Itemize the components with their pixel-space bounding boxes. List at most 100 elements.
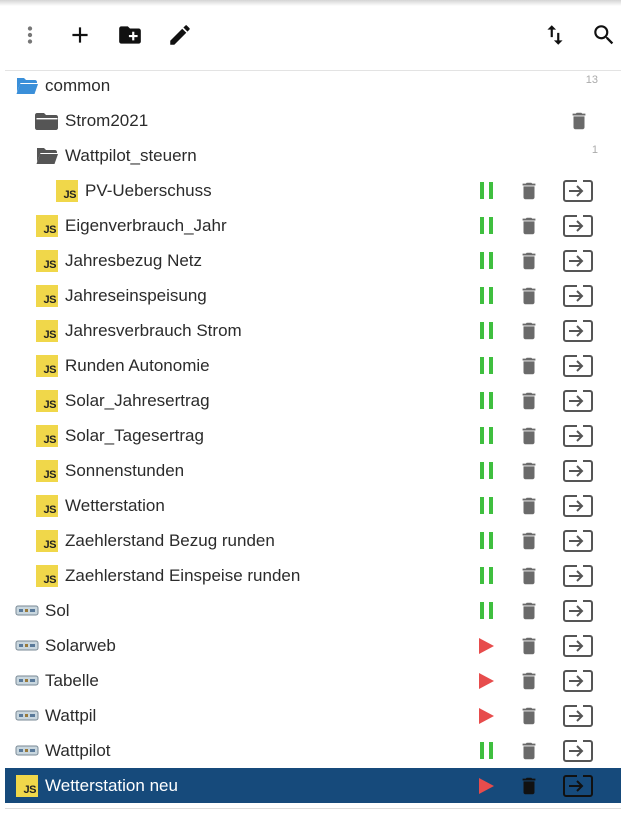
tree-item-label: Sol bbox=[45, 601, 70, 620]
delete-script-button[interactable] bbox=[514, 698, 544, 733]
export-script-button[interactable] bbox=[561, 453, 595, 488]
tree-script-row[interactable]: JS Jahreseinspeisung bbox=[5, 278, 621, 313]
export-script-button[interactable] bbox=[561, 663, 595, 698]
export-icon bbox=[563, 354, 593, 377]
play-icon bbox=[478, 637, 494, 654]
trash-icon bbox=[522, 252, 536, 269]
run-script-button[interactable] bbox=[471, 663, 501, 698]
export-script-button[interactable] bbox=[561, 173, 595, 208]
delete-script-button[interactable] bbox=[514, 663, 544, 698]
export-script-button[interactable] bbox=[561, 558, 595, 593]
tree-script-row[interactable]: Wattpil bbox=[5, 698, 621, 733]
tree-item-label: common bbox=[45, 76, 111, 95]
delete-script-button[interactable] bbox=[514, 733, 544, 768]
pause-script-button[interactable] bbox=[471, 558, 501, 593]
tree-folder-row[interactable]: common 13 bbox=[5, 68, 621, 103]
export-script-button[interactable] bbox=[561, 418, 595, 453]
tree-script-row[interactable]: JS Solar_Tagesertrag bbox=[5, 418, 621, 453]
run-script-button[interactable] bbox=[471, 768, 501, 803]
export-script-button[interactable] bbox=[561, 698, 595, 733]
trash-icon bbox=[522, 357, 536, 374]
tree-folder-row[interactable]: Wattpilot_steuern 1 bbox=[5, 138, 621, 173]
export-script-button[interactable] bbox=[561, 383, 595, 418]
pause-script-button[interactable] bbox=[471, 733, 501, 768]
delete-script-button[interactable] bbox=[514, 628, 544, 663]
more-menu-button[interactable] bbox=[15, 20, 45, 50]
tree-script-row[interactable]: JS Sonnenstunden bbox=[5, 453, 621, 488]
toolbar bbox=[0, 6, 621, 70]
export-script-button[interactable] bbox=[561, 348, 595, 383]
delete-script-button[interactable] bbox=[514, 348, 544, 383]
delete-script-button[interactable] bbox=[514, 558, 544, 593]
export-script-button[interactable] bbox=[561, 628, 595, 663]
tree-script-row[interactable]: JS Wetterstation bbox=[5, 488, 621, 523]
pause-script-button[interactable] bbox=[471, 278, 501, 313]
pause-script-button[interactable] bbox=[471, 453, 501, 488]
add-script-button[interactable] bbox=[65, 20, 95, 50]
tree-script-row[interactable]: Wattpilot bbox=[5, 733, 621, 768]
pause-script-button[interactable] bbox=[471, 418, 501, 453]
export-script-button[interactable] bbox=[561, 278, 595, 313]
delete-script-button[interactable] bbox=[514, 383, 544, 418]
folder-item-count: 13 bbox=[585, 74, 598, 86]
delete-script-button[interactable] bbox=[514, 418, 544, 453]
javascript-icon: JS bbox=[35, 530, 59, 552]
javascript-icon: JS bbox=[35, 250, 59, 272]
pause-script-button[interactable] bbox=[471, 208, 501, 243]
pause-script-button[interactable] bbox=[471, 383, 501, 418]
delete-script-button[interactable] bbox=[514, 523, 544, 558]
tree-script-row[interactable]: JS Zaehlerstand Einspeise runden bbox=[5, 558, 621, 593]
pause-script-button[interactable] bbox=[471, 523, 501, 558]
export-script-button[interactable] bbox=[561, 768, 595, 803]
export-script-button[interactable] bbox=[561, 208, 595, 243]
export-icon bbox=[563, 179, 593, 202]
export-icon bbox=[563, 214, 593, 237]
tree-script-row[interactable]: JS Jahresverbrauch Strom bbox=[5, 313, 621, 348]
tree-folder-row[interactable]: Strom2021 bbox=[5, 103, 621, 138]
add-folder-button[interactable] bbox=[115, 20, 145, 50]
pause-script-button[interactable] bbox=[471, 348, 501, 383]
delete-script-button[interactable] bbox=[514, 593, 544, 628]
export-script-button[interactable] bbox=[561, 313, 595, 348]
export-script-button[interactable] bbox=[561, 733, 595, 768]
delete-script-button[interactable] bbox=[514, 278, 544, 313]
javascript-icon: JS bbox=[55, 180, 79, 202]
delete-script-button[interactable] bbox=[514, 173, 544, 208]
tree-script-row[interactable]: Tabelle bbox=[5, 663, 621, 698]
export-script-button[interactable] bbox=[561, 488, 595, 523]
tree-script-row[interactable]: JS Solar_Jahresertrag bbox=[5, 383, 621, 418]
tree-script-row[interactable]: JS Runden Autonomie bbox=[5, 348, 621, 383]
delete-script-button[interactable] bbox=[514, 208, 544, 243]
rename-button[interactable] bbox=[165, 20, 195, 50]
pause-icon bbox=[479, 532, 493, 549]
tree-script-row[interactable]: Sol bbox=[5, 593, 621, 628]
pause-script-button[interactable] bbox=[471, 243, 501, 278]
delete-script-button[interactable] bbox=[514, 453, 544, 488]
delete-folder-button[interactable] bbox=[564, 103, 594, 138]
delete-script-button[interactable] bbox=[514, 243, 544, 278]
run-script-button[interactable] bbox=[471, 698, 501, 733]
export-icon bbox=[563, 459, 593, 482]
tree-script-row[interactable]: JS Jahresbezug Netz bbox=[5, 243, 621, 278]
pause-script-button[interactable] bbox=[471, 173, 501, 208]
tree-script-row[interactable]: JS Zaehlerstand Bezug runden bbox=[5, 523, 621, 558]
export-script-button[interactable] bbox=[561, 243, 595, 278]
tree-script-row[interactable]: JS Eigenverbrauch_Jahr bbox=[5, 208, 621, 243]
tree-script-row[interactable]: JS PV-Ueberschuss bbox=[5, 173, 621, 208]
pause-script-button[interactable] bbox=[471, 313, 501, 348]
run-script-button[interactable] bbox=[471, 628, 501, 663]
delete-script-button[interactable] bbox=[514, 488, 544, 523]
export-icon bbox=[563, 494, 593, 517]
tree-script-row[interactable]: JS Wetterstation neu bbox=[5, 768, 621, 803]
delete-script-button[interactable] bbox=[514, 768, 544, 803]
javascript-icon: JS bbox=[35, 285, 59, 307]
sort-button[interactable] bbox=[540, 20, 570, 50]
tree-script-row[interactable]: Solarweb bbox=[5, 628, 621, 663]
pause-script-button[interactable] bbox=[471, 593, 501, 628]
export-script-button[interactable] bbox=[561, 523, 595, 558]
pause-script-button[interactable] bbox=[471, 488, 501, 523]
search-button[interactable] bbox=[589, 20, 619, 50]
pause-icon bbox=[479, 742, 493, 759]
export-script-button[interactable] bbox=[561, 593, 595, 628]
delete-script-button[interactable] bbox=[514, 313, 544, 348]
